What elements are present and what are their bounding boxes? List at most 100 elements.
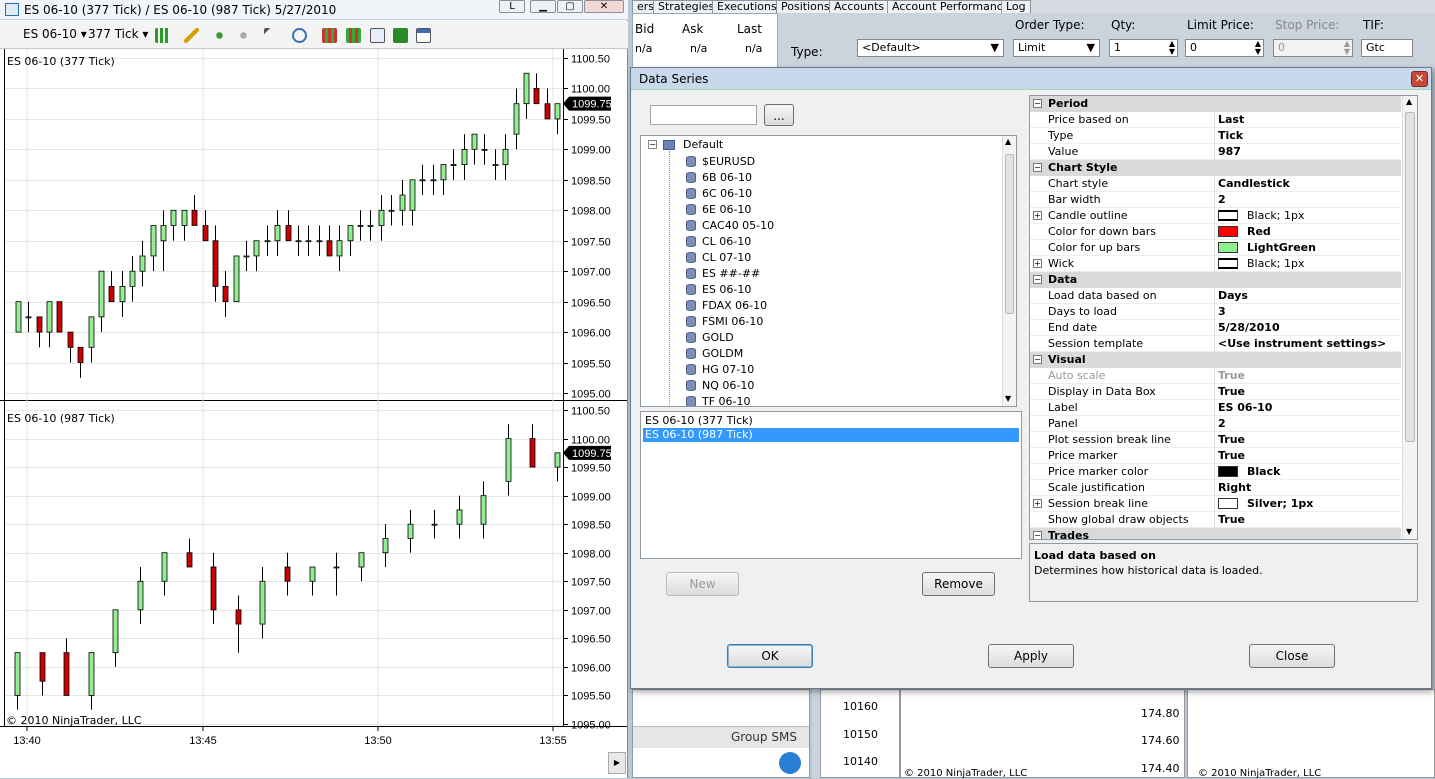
tree-scrollbar[interactable]: ▲ ▼ <box>1002 136 1016 406</box>
property-row[interactable]: Price marker color Black <box>1030 464 1401 480</box>
ok-button[interactable]: OK <box>727 644 813 668</box>
up-candle <box>480 495 487 525</box>
sms-icon[interactable] <box>779 752 801 774</box>
property-row[interactable]: Value 987 <box>1030 144 1401 160</box>
tab-accounts[interactable]: Accounts <box>829 0 890 13</box>
tab-account-performance[interactable]: Account Performance <box>887 0 1015 13</box>
remove-button[interactable]: Remove <box>922 572 995 596</box>
instrument-tree[interactable]: − Default $EURUSD 6B 06-10 6C 06-10 6E 06-1… <box>640 135 1017 407</box>
group-sms-label[interactable]: Group SMS <box>731 730 797 744</box>
remove-indicator-icon[interactable] <box>236 28 251 43</box>
property-row[interactable]: Session template <Use instrument settings… <box>1030 336 1401 352</box>
property-grid[interactable]: − Period Price based on Last Type Tick Value 98… <box>1029 95 1418 540</box>
maximize-button[interactable]: ▢ <box>557 0 583 13</box>
scroll-arrow[interactable]: ▶ <box>608 752 626 774</box>
cursor-icon[interactable] <box>264 28 279 43</box>
series-list[interactable]: ES 06-10 (377 Tick) ES 06-10 (987 Tick) <box>640 411 1022 559</box>
stop-price-stepper[interactable]: 0 ▲ ▼ <box>1273 39 1353 57</box>
property-category[interactable]: − Trades <box>1030 528 1401 539</box>
minimize-button[interactable]: ▁ <box>530 0 556 13</box>
property-row[interactable]: Auto scale True <box>1030 368 1401 384</box>
property-row[interactable]: Plot session break line True <box>1030 432 1401 448</box>
up-candle <box>523 72 530 105</box>
data-series-icon[interactable] <box>346 28 361 43</box>
instrument-selector[interactable]: ES 06-10 ▾ <box>23 27 87 41</box>
dialog-close-icon[interactable]: ✕ <box>1411 71 1428 87</box>
apply-button[interactable]: Apply <box>988 644 1074 668</box>
tab-positions[interactable]: Positions <box>776 0 835 13</box>
properties-icon[interactable] <box>370 28 385 43</box>
property-row[interactable]: Type Tick <box>1030 128 1401 144</box>
property-row[interactable]: Price based on Last <box>1030 112 1401 128</box>
dollar-icon[interactable] <box>393 28 408 43</box>
property-row[interactable]: + Candle outline Black; 1px <box>1030 208 1401 224</box>
collapse-icon[interactable]: − <box>1033 531 1042 539</box>
ask-value: n/a <box>690 42 708 55</box>
property-row[interactable]: Days to load 3 <box>1030 304 1401 320</box>
chart-style-icon[interactable] <box>155 28 170 43</box>
tree-collapse-icon[interactable]: − <box>648 140 657 149</box>
property-row[interactable]: End date 5/28/2010 <box>1030 320 1401 336</box>
property-row[interactable]: Display in Data Box True <box>1030 384 1401 400</box>
tab-executions[interactable]: Executions <box>712 0 782 13</box>
property-value: True <box>1218 369 1246 382</box>
property-row[interactable]: Chart style Candlestick <box>1030 176 1401 192</box>
up-candle <box>15 301 22 333</box>
strategies-icon[interactable] <box>322 28 337 43</box>
collapse-icon[interactable]: − <box>1033 355 1042 364</box>
property-category[interactable]: − Period <box>1030 96 1401 112</box>
property-row[interactable]: + Wick Black; 1px <box>1030 256 1401 272</box>
property-scrollbar[interactable]: ▲ ▼ <box>1402 96 1417 539</box>
zoom-icon[interactable] <box>292 28 307 43</box>
up-candle <box>461 148 468 165</box>
down-candle <box>529 438 536 468</box>
property-row[interactable]: Label ES 06-10 <box>1030 400 1401 416</box>
data-box-icon[interactable] <box>416 28 431 43</box>
property-name: End date <box>1048 321 1098 334</box>
series-item[interactable]: ES 06-10 (377 Tick) <box>643 414 1019 428</box>
tree-root-label[interactable]: Default <box>683 138 723 151</box>
property-row[interactable]: Price marker True <box>1030 448 1401 464</box>
drawing-tool-icon[interactable] <box>184 28 199 43</box>
property-category[interactable]: − Chart Style <box>1030 160 1401 176</box>
property-row[interactable]: Scale justification Right <box>1030 480 1401 496</box>
tif-select[interactable]: Gtc <box>1361 39 1413 57</box>
order-type-select[interactable]: Limit ▼ <box>1013 39 1100 57</box>
tab-log[interactable]: Log <box>1001 0 1031 13</box>
close-button[interactable]: ✕ <box>584 0 624 13</box>
interval-selector[interactable]: 377 Tick ▾ <box>88 27 148 41</box>
collapse-icon[interactable]: − <box>1033 275 1042 284</box>
y-tick-label: 1099.50 <box>571 463 611 475</box>
stop-price-header: Stop Price: <box>1275 18 1340 32</box>
collapse-icon[interactable]: − <box>1033 163 1042 172</box>
property-category[interactable]: − Data <box>1030 272 1401 288</box>
dialog-close-button[interactable]: Close <box>1249 644 1335 668</box>
property-row[interactable]: Bar width 2 <box>1030 192 1401 208</box>
property-row[interactable]: Load data based on Days <box>1030 288 1401 304</box>
price-marker-label: 1099.75 <box>572 448 612 460</box>
expand-icon[interactable]: + <box>1033 259 1042 268</box>
browse-button[interactable]: ... <box>764 104 794 126</box>
link-button[interactable]: L <box>499 0 525 13</box>
property-row[interactable]: Color for down bars Red <box>1030 224 1401 240</box>
instrument-search-input[interactable] <box>650 105 757 125</box>
property-category[interactable]: − Visual <box>1030 352 1401 368</box>
expand-icon[interactable]: + <box>1033 211 1042 220</box>
property-row[interactable]: Show global draw objects True <box>1030 512 1401 528</box>
property-row[interactable]: Panel 2 <box>1030 416 1401 432</box>
type-select[interactable]: <Default> ▼ <box>857 39 1004 57</box>
tab-strategies[interactable]: Strategies <box>653 0 720 13</box>
limit-price-stepper[interactable]: 0 ▲ ▼ <box>1185 39 1264 57</box>
up-candle <box>129 270 136 287</box>
chart-title-bar: ES 06-10 (377 Tick) / ES 06-10 (987 Tick… <box>0 0 628 20</box>
new-button[interactable]: New <box>666 572 739 596</box>
property-value: True <box>1218 449 1246 462</box>
property-row[interactable]: Color for up bars LightGreen <box>1030 240 1401 256</box>
expand-icon[interactable]: + <box>1033 499 1042 508</box>
up-candle <box>378 209 385 226</box>
property-row[interactable]: + Session break line Silver; 1px <box>1030 496 1401 512</box>
series-item[interactable]: ES 06-10 (987 Tick) <box>643 428 1019 442</box>
qty-stepper[interactable]: 1 ▲ ▼ <box>1109 39 1178 57</box>
collapse-icon[interactable]: − <box>1033 99 1042 108</box>
add-indicator-icon[interactable] <box>212 28 227 43</box>
